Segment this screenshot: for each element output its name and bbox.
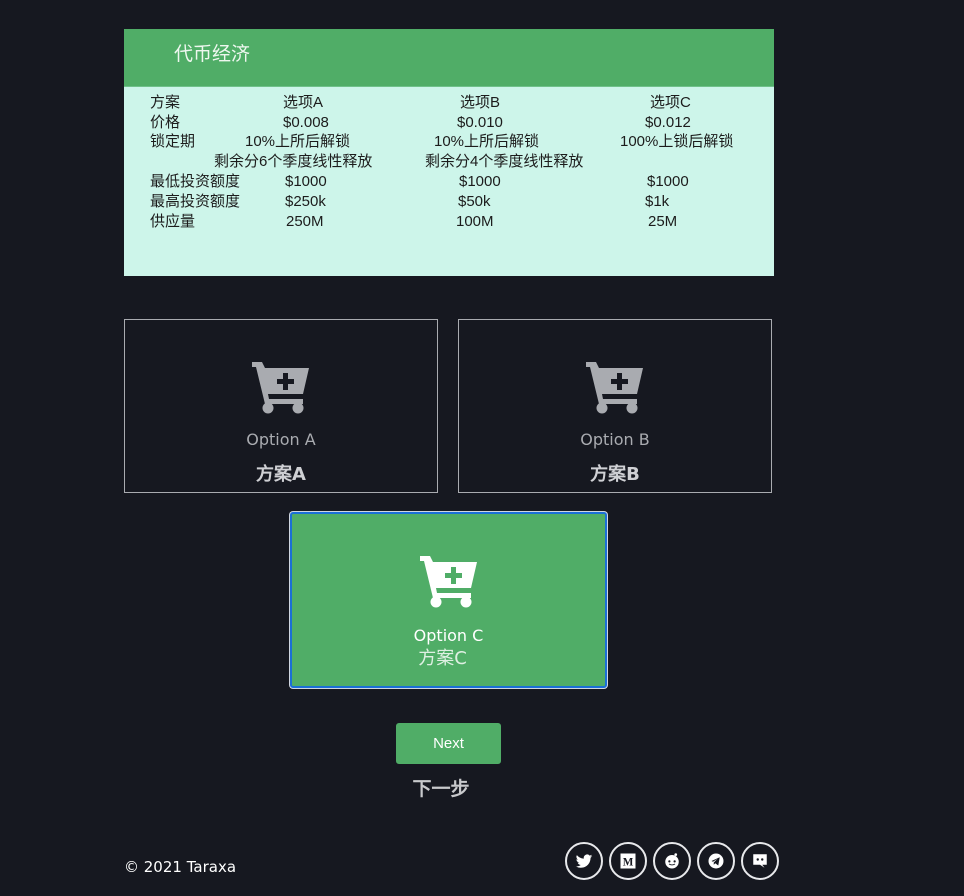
cell-a: $250k: [285, 193, 326, 210]
cell-c: $1k: [645, 193, 670, 210]
social-links: M: [565, 842, 779, 880]
tokenomics-title: 代币经济: [174, 43, 251, 65]
cart-plus-icon: [252, 362, 309, 414]
row-label: 锁定期: [150, 133, 196, 150]
cell-b: 10%上所后解锁: [434, 133, 540, 150]
reddit-icon: [665, 853, 679, 869]
cell-b: $50k: [458, 193, 491, 210]
copyright: © 2021 Taraxa: [124, 858, 237, 876]
row-label: 供应量: [150, 213, 196, 230]
cell-a: 剩余分6个季度线性释放: [214, 153, 373, 170]
cart-plus-icon: [419, 556, 477, 608]
cart-plus-icon: [586, 362, 643, 414]
cell-c: 100%上锁后解锁: [620, 133, 734, 150]
option-c-label-en: Option C: [413, 626, 484, 645]
option-a-card[interactable]: Option A 方案A: [124, 319, 438, 493]
cell-c: $1000: [647, 173, 689, 190]
cell-b: $1000: [459, 173, 501, 190]
page: 代币经济 方案 选项A 选项B 选项C 价格 $0.008 $0.010 $0.…: [0, 0, 964, 896]
svg-text:M: M: [623, 857, 634, 869]
option-b-label-cn: 方案B: [590, 464, 640, 485]
cell-c: 选项C: [650, 94, 691, 111]
cell-a: 10%上所后解锁: [245, 133, 351, 150]
discord-link[interactable]: [741, 842, 779, 880]
option-c-card[interactable]: Option C 方案C: [290, 512, 607, 688]
discord-icon: [753, 854, 767, 868]
option-c-label-cn: 方案C: [418, 648, 467, 669]
cell-c: 25M: [648, 213, 678, 230]
telegram-link[interactable]: [697, 842, 735, 880]
cell-b: 100M: [456, 213, 494, 230]
option-b-card[interactable]: Option B 方案B: [458, 319, 772, 493]
cell-a: 250M: [286, 213, 324, 230]
telegram-icon: [708, 853, 724, 869]
cell-b: 选项B: [460, 94, 501, 111]
row-label: 最低投资额度: [150, 173, 241, 190]
row-label: 方案: [150, 94, 181, 111]
row-label: 价格: [150, 114, 181, 131]
tokenomics-table: 代币经济 方案 选项A 选项B 选项C 价格 $0.008 $0.010 $0.…: [124, 29, 774, 276]
row-label: 最高投资额度: [150, 193, 241, 210]
cell-c: $0.012: [645, 114, 691, 131]
cell-b: $0.010: [457, 114, 503, 131]
twitter-icon: [575, 854, 593, 868]
medium-icon: M: [620, 853, 636, 869]
cell-b: 剩余分4个季度线性释放: [425, 153, 584, 170]
twitter-link[interactable]: [565, 842, 603, 880]
option-a-label-cn: 方案A: [256, 464, 306, 485]
tokenomics-header: 代币经济: [124, 29, 774, 87]
option-b-label-en: Option B: [580, 430, 650, 449]
medium-link[interactable]: M: [609, 842, 647, 880]
reddit-link[interactable]: [653, 842, 691, 880]
next-label-cn: 下一步: [412, 778, 470, 800]
option-a-label-en: Option A: [246, 430, 316, 449]
cell-a: 选项A: [283, 94, 324, 111]
next-button[interactable]: Next: [396, 723, 501, 764]
cell-a: $0.008: [283, 114, 329, 131]
cell-a: $1000: [285, 173, 327, 190]
